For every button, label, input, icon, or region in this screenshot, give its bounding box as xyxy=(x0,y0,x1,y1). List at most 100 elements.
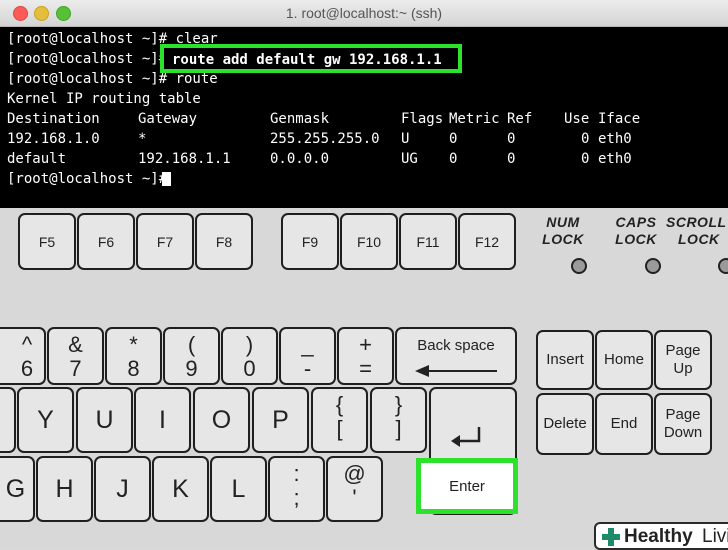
key-quote[interactable]: @ ' xyxy=(326,456,383,522)
table-cell: 0 xyxy=(581,131,590,147)
key-y[interactable]: Y xyxy=(17,387,74,453)
key-p[interactable]: P xyxy=(252,387,309,453)
key-shift-symbol: _ xyxy=(301,332,314,357)
key-7[interactable]: & 7 xyxy=(47,327,104,385)
key-symbol: 9 xyxy=(185,356,198,381)
scroll-lock-label: SCROLL LOCK xyxy=(666,214,728,248)
key-symbol: 6 xyxy=(20,356,34,381)
medical-cross-icon xyxy=(602,528,620,546)
caps-lock-indicator xyxy=(645,258,661,274)
key-symbol: - xyxy=(303,356,312,381)
key-shift-symbol: ) xyxy=(245,332,254,357)
lock-label-bottom: LOCK xyxy=(678,231,720,247)
key-symbol: [ xyxy=(336,416,343,441)
table-cell: * xyxy=(138,131,147,147)
key-equals[interactable]: + = xyxy=(337,327,394,385)
key-k[interactable]: K xyxy=(152,456,209,522)
key-page-down[interactable]: Page Down xyxy=(654,393,712,455)
table-header: Ref xyxy=(507,111,533,127)
enter-label: Enter xyxy=(449,477,485,495)
key-backspace[interactable]: Back space xyxy=(395,327,517,385)
key-j[interactable]: J xyxy=(94,456,151,522)
return-arrow-icon xyxy=(451,427,481,447)
table-header: Genmask xyxy=(270,111,330,127)
lock-label-bottom: LOCK xyxy=(615,231,657,247)
key-delete[interactable]: Delete xyxy=(536,393,594,455)
table-cell: 0 xyxy=(507,131,516,147)
key-shift-symbol: } xyxy=(394,392,403,417)
table-cell: default xyxy=(7,151,67,167)
key-page-up[interactable]: Page Up xyxy=(654,330,712,390)
key-shift-symbol: : xyxy=(293,461,300,486)
table-header: Flags xyxy=(401,111,444,127)
key-shift-symbol: ( xyxy=(187,332,196,357)
key-6[interactable]: ^ 6 xyxy=(0,327,46,385)
key-minus[interactable]: _ - xyxy=(279,327,336,385)
key-l[interactable]: L xyxy=(210,456,267,522)
enter-key-highlight[interactable]: Enter xyxy=(416,458,518,514)
key-shift-symbol: + xyxy=(359,332,372,357)
lock-label-bottom: LOCK xyxy=(542,231,584,247)
key-shift-symbol: @ xyxy=(343,461,366,486)
command-highlight-box: route add default gw 192.168.1.1 xyxy=(160,44,462,73)
key-shift-symbol: & xyxy=(68,332,83,357)
key-f5[interactable]: F5 xyxy=(18,213,76,270)
table-cell: UG xyxy=(401,151,418,167)
table-header: Destination xyxy=(7,111,100,127)
table-cell: 0.0.0.0 xyxy=(270,151,330,167)
key-right-bracket[interactable]: } ] xyxy=(370,387,427,453)
key-h[interactable]: H xyxy=(36,456,93,522)
key-home[interactable]: Home xyxy=(595,330,653,390)
num-lock-label: NUM LOCK xyxy=(533,214,593,248)
left-arrow-icon xyxy=(415,365,497,377)
key-label: G xyxy=(5,474,26,503)
key-o[interactable]: O xyxy=(193,387,250,453)
key-f12[interactable]: F12 xyxy=(458,213,516,270)
table-cell: eth0 xyxy=(598,151,632,167)
key-8[interactable]: * 8 xyxy=(105,327,162,385)
key-u[interactable]: U xyxy=(76,387,133,453)
key-symbol: ] xyxy=(395,416,402,441)
table-cell: 0 xyxy=(449,131,458,147)
key-end[interactable]: End xyxy=(595,393,653,455)
key-shift-symbol: * xyxy=(129,332,138,357)
table-cell: 0 xyxy=(581,151,590,167)
key-g[interactable]: G xyxy=(0,456,35,522)
scroll-lock-indicator xyxy=(718,258,728,274)
key-f8[interactable]: F8 xyxy=(195,213,253,270)
key-symbol: ; xyxy=(293,485,300,510)
key-left-bracket[interactable]: { [ xyxy=(311,387,368,453)
table-cell: 255.255.255.0 xyxy=(270,131,380,147)
key-symbol: 7 xyxy=(69,356,82,381)
window-title: 1. root@localhost:~ (ssh) xyxy=(285,5,443,21)
lock-label-top: SCROLL xyxy=(666,214,727,230)
key-9[interactable]: ( 9 xyxy=(163,327,220,385)
key-f10[interactable]: F10 xyxy=(340,213,398,270)
key-f6[interactable]: F6 xyxy=(77,213,135,270)
lock-label-top: NUM xyxy=(546,214,580,230)
terminal-line: Kernel IP routing table xyxy=(7,91,201,107)
key-f11[interactable]: F11 xyxy=(399,213,457,270)
key-shift-symbol: { xyxy=(335,392,344,417)
terminal-prompt: [root@localhost ~]# xyxy=(7,171,168,187)
table-cell: eth0 xyxy=(598,131,632,147)
key-f7[interactable]: F7 xyxy=(136,213,194,270)
key-f9[interactable]: F9 xyxy=(281,213,339,270)
key-0[interactable]: ) 0 xyxy=(221,327,278,385)
table-cell: 192.168.1.1 xyxy=(138,151,231,167)
watermark-brand: Healthy xyxy=(624,526,693,547)
key-symbol: = xyxy=(359,356,372,381)
table-header: Use xyxy=(564,111,590,127)
key-i[interactable]: I xyxy=(134,387,191,453)
table-cell: U xyxy=(401,131,410,147)
highlighted-command: route add default gw 192.168.1.1 xyxy=(172,52,442,68)
terminal-titlebar: 1. root@localhost:~ (ssh) xyxy=(0,0,728,27)
key-semicolon[interactable]: : ; xyxy=(268,456,325,522)
table-header: Metric xyxy=(449,111,500,127)
table-cell: 0 xyxy=(449,151,458,167)
key-t-partial[interactable] xyxy=(0,387,16,453)
terminal-cursor xyxy=(162,172,171,186)
table-header: Gateway xyxy=(138,111,198,127)
key-insert[interactable]: Insert xyxy=(536,330,594,390)
key-symbol: 0 xyxy=(243,356,256,381)
